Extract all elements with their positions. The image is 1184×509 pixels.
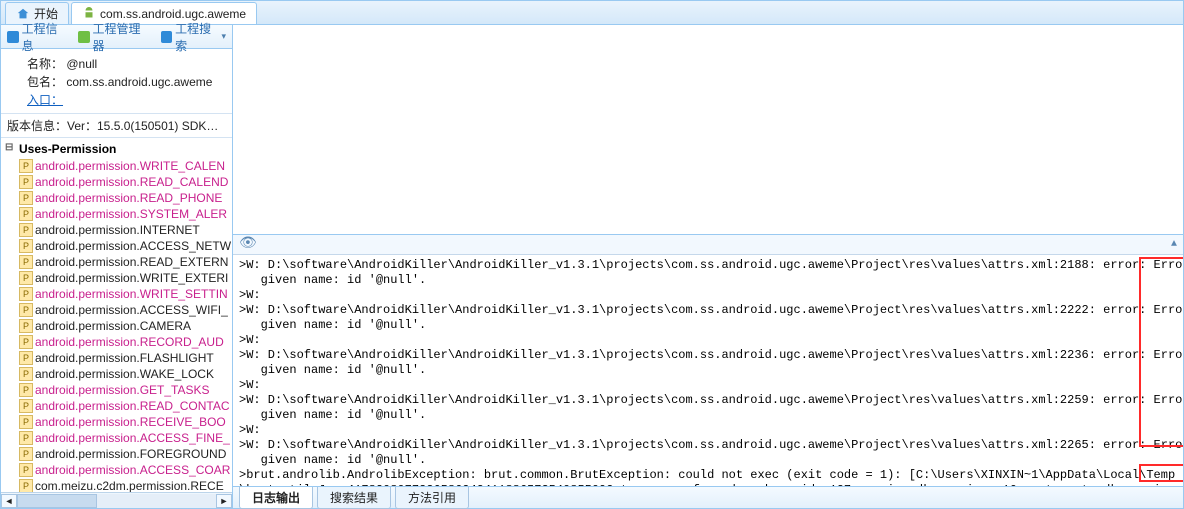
tab-project-label: com.ss.android.ugc.aweme	[100, 7, 246, 21]
log-output[interactable]: >W: D:\software\AndroidKiller\AndroidKil…	[233, 255, 1183, 486]
version-line: 版本信息：Ver：15.5.0(150501) SDK：16 Target...	[1, 114, 232, 138]
right-top-empty	[233, 25, 1183, 235]
log-header: 👁 ▲	[233, 235, 1183, 255]
scroll-track[interactable]	[17, 494, 216, 508]
right-panel: 👁 ▲ >W: D:\software\AndroidKiller\Androi…	[233, 25, 1183, 508]
permissions-tree[interactable]: Uses-Permission android.permission.WRITE…	[1, 138, 232, 492]
permission-item[interactable]: android.permission.ACCESS_FINE_	[5, 430, 232, 446]
permission-item[interactable]: android.permission.ACCESS_WIFI_	[5, 302, 232, 318]
version-text: 版本信息：Ver：15.5.0(150501) SDK：16 Target...	[7, 119, 232, 133]
permission-item[interactable]: android.permission.FLASHLIGHT	[5, 350, 232, 366]
info-name-row: 名称： @null	[27, 55, 224, 73]
tree-node-uses-permission[interactable]: Uses-Permission	[5, 140, 232, 158]
permission-item[interactable]: android.permission.GET_TASKS	[5, 382, 232, 398]
permission-item[interactable]: android.permission.READ_PHONE	[5, 190, 232, 206]
bottom-tab-log-label: 日志输出	[252, 491, 300, 505]
bottom-tab-method-label: 方法引用	[408, 491, 456, 505]
info-icon	[7, 31, 19, 43]
permission-item[interactable]: android.permission.WRITE_SETTIN	[5, 286, 232, 302]
permission-item[interactable]: android.permission.RECEIVE_BOO	[5, 414, 232, 430]
bottom-tab-method[interactable]: 方法引用	[395, 487, 469, 509]
info-package-row: 包名： com.ss.android.ugc.aweme	[27, 73, 224, 91]
permission-item[interactable]: android.permission.ACCESS_NETW	[5, 238, 232, 254]
permission-item[interactable]: android.permission.ACCESS_COAR	[5, 462, 232, 478]
horizontal-scrollbar[interactable]: ◄ ►	[1, 492, 232, 508]
scroll-right-button[interactable]: ►	[216, 494, 232, 508]
permission-item[interactable]: android.permission.WAKE_LOCK	[5, 366, 232, 382]
scroll-left-button[interactable]: ◄	[1, 494, 17, 508]
bottom-tab-log[interactable]: 日志输出	[239, 487, 313, 509]
permission-item[interactable]: android.permission.READ_EXTERN	[5, 254, 232, 270]
name-label: 名称：	[27, 57, 63, 71]
permission-item[interactable]: android.permission.INTERNET	[5, 222, 232, 238]
permission-item[interactable]: android.permission.SYSTEM_ALER	[5, 206, 232, 222]
bottom-tabbar: 日志输出 搜索结果 方法引用	[233, 486, 1183, 508]
left-toolbar: 工程信息 工程管理器 工程搜索 ▾	[1, 25, 232, 49]
bottom-tab-search-label: 搜索结果	[330, 491, 378, 505]
permission-item[interactable]: android.permission.CAMERA	[5, 318, 232, 334]
entry-link[interactable]: 入口：	[27, 93, 63, 107]
name-value: @null	[66, 57, 97, 71]
permission-item[interactable]: android.permission.WRITE_EXTERI	[5, 270, 232, 286]
package-label: 包名：	[27, 75, 63, 89]
scroll-thumb[interactable]	[17, 494, 97, 508]
info-entry-row: 入口：	[27, 91, 224, 109]
permission-item[interactable]: android.permission.WRITE_CALEN	[5, 158, 232, 174]
chevron-down-icon[interactable]: ▾	[221, 31, 226, 42]
permission-item[interactable]: android.permission.FOREGROUND	[5, 446, 232, 462]
eye-icon[interactable]: 👁	[239, 237, 257, 252]
log-panel: 👁 ▲ >W: D:\software\AndroidKiller\Androi…	[233, 235, 1183, 486]
home-icon	[16, 7, 30, 21]
left-panel: 工程信息 工程管理器 工程搜索 ▾ 名称： @null	[1, 25, 233, 508]
permission-item[interactable]: android.permission.RECORD_AUD	[5, 334, 232, 350]
bottom-tab-search[interactable]: 搜索结果	[317, 487, 391, 509]
tree-title-label: Uses-Permission	[19, 142, 116, 156]
scroll-up-icon[interactable]: ▲	[1171, 237, 1177, 252]
manager-icon	[78, 31, 90, 43]
permission-item[interactable]: com.meizu.c2dm.permission.RECE	[5, 478, 232, 492]
permission-item[interactable]: android.permission.READ_CALEND	[5, 174, 232, 190]
android-icon	[82, 7, 96, 21]
project-info-block: 名称： @null 包名： com.ss.android.ugc.aweme 入…	[1, 49, 232, 114]
package-value: com.ss.android.ugc.aweme	[66, 75, 212, 89]
search-icon	[161, 31, 173, 43]
permission-item[interactable]: android.permission.READ_CONTAC	[5, 398, 232, 414]
